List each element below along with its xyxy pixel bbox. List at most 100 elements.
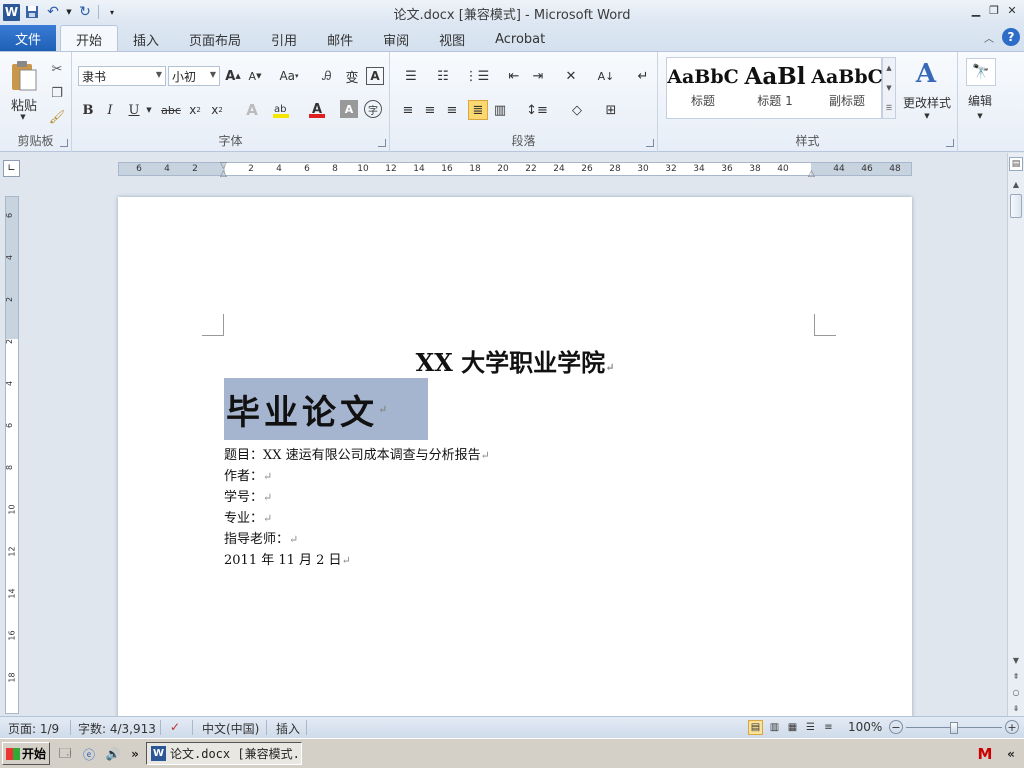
media-icon[interactable]: 🔊: [104, 745, 122, 763]
justify-icon[interactable]: ≣: [468, 100, 488, 120]
major-line[interactable]: 专业：↵: [224, 507, 272, 526]
enclose-characters-icon[interactable]: 字: [364, 100, 382, 118]
minimize-icon[interactable]: ▁: [968, 2, 984, 18]
start-button[interactable]: 开始: [2, 742, 50, 765]
font-size-combo[interactable]: 小初 ▼: [168, 66, 220, 86]
tab-mailings[interactable]: 邮件: [312, 26, 368, 52]
help-icon[interactable]: ?: [1002, 28, 1020, 46]
character-shading-icon[interactable]: A: [340, 100, 358, 118]
draft-view-icon[interactable]: ≡: [821, 720, 836, 735]
date-line[interactable]: 2011 年 11 月 2 日↵: [224, 549, 351, 568]
language-indicator[interactable]: 中文(中国): [202, 720, 259, 737]
clipboard-launcher-icon[interactable]: [60, 139, 68, 147]
hanging-indent-marker[interactable]: △: [220, 169, 227, 179]
text-effects-icon[interactable]: A: [242, 100, 262, 120]
right-indent-marker[interactable]: △: [808, 169, 815, 179]
underline-button[interactable]: U: [124, 100, 144, 120]
outline-view-icon[interactable]: ☰: [803, 720, 818, 735]
taskbar-word-task[interactable]: W 论文.docx [兼容模式...: [146, 742, 302, 765]
thesis-title-selected[interactable]: 毕业论文 ↵: [224, 378, 428, 440]
show-marks-icon[interactable]: ↵: [634, 67, 652, 85]
bold-button[interactable]: B: [78, 100, 98, 120]
print-layout-view-icon[interactable]: ▤: [748, 720, 763, 735]
redo-icon[interactable]: ↻: [76, 3, 94, 21]
close-icon[interactable]: ✕: [1004, 2, 1020, 18]
tab-page-layout[interactable]: 页面布局: [174, 26, 256, 52]
underline-dropdown-icon[interactable]: ▼: [144, 104, 154, 116]
style-title[interactable]: AaBbC 标题: [667, 58, 739, 118]
proofing-icon[interactable]: ✓: [170, 720, 180, 734]
undo-dropdown-icon[interactable]: ▼: [65, 3, 73, 21]
paste-icon[interactable]: [6, 56, 42, 96]
increase-indent-icon[interactable]: ⇥: [528, 67, 548, 85]
phonetic-guide-icon[interactable]: 变: [342, 67, 362, 86]
word-count[interactable]: 字数: 4/3,913: [78, 720, 156, 737]
paste-button[interactable]: 粘贴: [4, 96, 44, 114]
minimize-ribbon-icon[interactable]: ︿: [984, 30, 994, 45]
document-area[interactable]: XX 大学职业学院↵ 毕业论文 ↵ 题目：XX 速运有限公司成本调查与分析报告↵ …: [22, 183, 1006, 716]
save-icon[interactable]: [23, 3, 41, 21]
customize-qat-icon[interactable]: ▾: [103, 3, 121, 21]
insert-mode-indicator[interactable]: 插入: [276, 720, 300, 737]
font-size-dropdown-icon[interactable]: ▼: [210, 70, 216, 79]
line-spacing-icon[interactable]: ↕≡: [524, 100, 550, 120]
tab-review[interactable]: 审阅: [368, 26, 424, 52]
tab-view[interactable]: 视图: [424, 26, 480, 52]
editing-dropdown-icon[interactable]: ▼: [974, 110, 986, 122]
font-color-icon[interactable]: A: [306, 100, 328, 120]
align-right-icon[interactable]: ≡: [442, 100, 462, 120]
page-count[interactable]: 页面: 1/9: [8, 720, 59, 737]
font-name-dropdown-icon[interactable]: ▼: [156, 70, 162, 79]
tray-expand-icon[interactable]: «: [1002, 745, 1020, 763]
find-icon[interactable]: 🔭: [966, 58, 996, 86]
chinese-layout-icon[interactable]: ✕: [558, 67, 584, 85]
multilevel-list-icon[interactable]: ⋮☰: [464, 67, 490, 85]
scroll-up-icon[interactable]: ▲: [1009, 177, 1023, 191]
format-painter-icon[interactable]: 🖌: [48, 108, 66, 126]
undo-icon[interactable]: ↶: [44, 3, 62, 21]
browser-icon[interactable]: ⓔ: [80, 745, 98, 763]
change-styles-button[interactable]: 更改样式: [898, 94, 956, 110]
zoom-out-icon[interactable]: −: [889, 720, 903, 734]
align-left-icon[interactable]: ≡: [398, 100, 418, 120]
numbering-icon[interactable]: ☷: [430, 67, 456, 85]
subject-line[interactable]: 题目：XX 速运有限公司成本调查与分析报告↵: [224, 444, 490, 463]
font-launcher-icon[interactable]: [378, 139, 386, 147]
document-page[interactable]: XX 大学职业学院↵ 毕业论文 ↵ 题目：XX 速运有限公司成本调查与分析报告↵ …: [118, 197, 912, 716]
quick-launch-more-icon[interactable]: »: [126, 745, 144, 763]
change-styles-dropdown-icon[interactable]: ▼: [920, 110, 934, 122]
tray-app-icon[interactable]: M: [976, 745, 994, 763]
highlight-color-icon[interactable]: ab: [270, 100, 292, 120]
font-name-combo[interactable]: 隶书 ▼: [78, 66, 166, 86]
tab-file[interactable]: 文件: [0, 25, 56, 52]
tab-insert[interactable]: 插入: [118, 26, 174, 52]
view-ruler-icon[interactable]: ▤: [1009, 157, 1023, 171]
show-desktop-icon[interactable]: 🗔: [56, 745, 74, 763]
vertical-ruler[interactable]: 6 4 2 2 4 6 8 10 12 14 16 18: [5, 196, 19, 714]
styles-scroll[interactable]: ▲ ▼ ☰: [882, 57, 896, 119]
next-page-icon[interactable]: ⇟: [1009, 701, 1023, 715]
horizontal-ruler[interactable]: 6 4 2 2 4 6 8 10 12 14 16 18 20 22 24 26 28 30 32 34 36 38 40 4…: [118, 161, 912, 179]
shading-icon[interactable]: ◇: [564, 100, 590, 120]
grow-font-button[interactable]: A ▲: [224, 67, 242, 85]
university-heading[interactable]: XX 大学职业学院↵: [118, 343, 912, 378]
paste-dropdown-icon[interactable]: ▼: [16, 112, 30, 122]
decrease-indent-icon[interactable]: ⇤: [504, 67, 524, 85]
zoom-in-icon[interactable]: +: [1005, 720, 1019, 734]
borders-icon[interactable]: ⊞: [598, 100, 624, 120]
cut-icon[interactable]: ✂: [48, 60, 66, 78]
distributed-icon[interactable]: ▥: [490, 100, 510, 120]
scroll-down-icon[interactable]: ▼: [1009, 653, 1023, 667]
student-id-line[interactable]: 学号：↵: [224, 486, 272, 505]
copy-icon[interactable]: ❐: [48, 84, 66, 102]
styles-down-icon[interactable]: ▼: [886, 84, 891, 92]
subscript-button[interactable]: x2: [186, 100, 204, 120]
shrink-font-button[interactable]: A ▼: [246, 67, 264, 85]
align-center-icon[interactable]: ≡: [420, 100, 440, 120]
advisor-line[interactable]: 指导老师：↵: [224, 528, 298, 547]
superscript-button[interactable]: x2: [208, 100, 226, 120]
style-heading-1[interactable]: AaBl 标题 1: [739, 58, 811, 118]
word-app-icon[interactable]: W: [3, 3, 20, 21]
web-layout-icon[interactable]: ▦: [785, 720, 800, 735]
editing-button[interactable]: 编辑: [962, 92, 998, 108]
